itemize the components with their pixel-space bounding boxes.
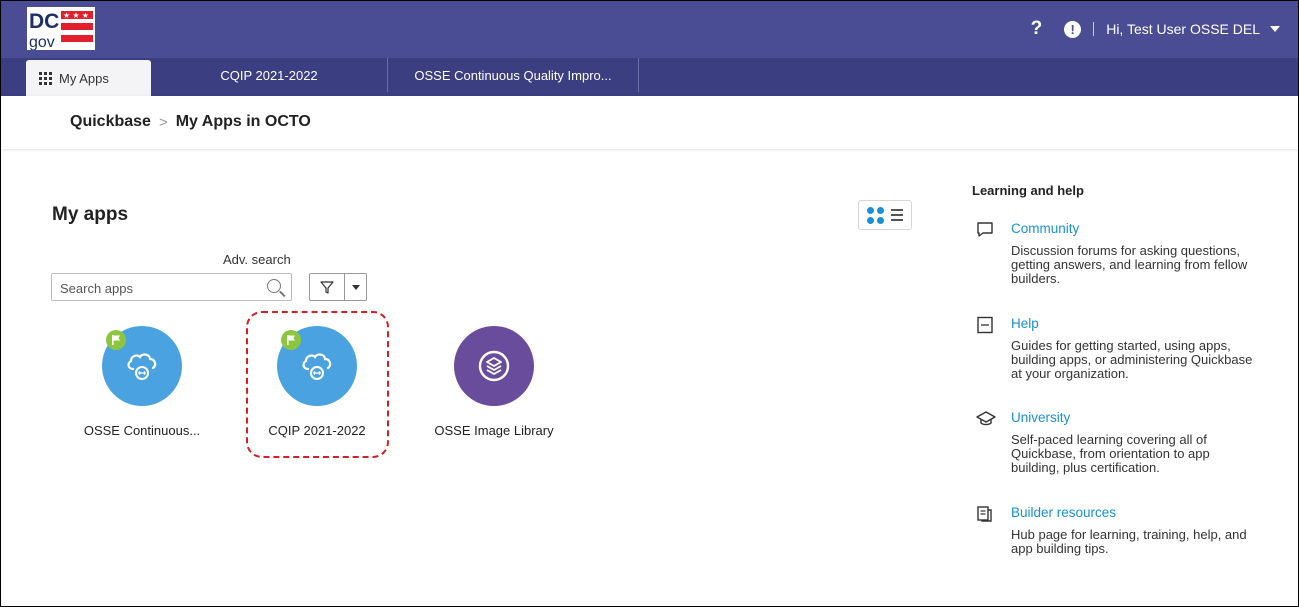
header-actions: ? ! Hi, Test User OSSE DEL (1031, 18, 1280, 40)
tab-label: OSSE Continuous Quality Impro... (414, 67, 612, 83)
chevron-down-icon (351, 284, 360, 290)
view-toggle[interactable] (858, 200, 912, 230)
svg-text:★ ★ ★: ★ ★ ★ (63, 11, 89, 20)
search-input[interactable] (58, 278, 257, 298)
builder-resources-link[interactable]: Builder resources (1011, 505, 1116, 520)
chat-bubble-icon (976, 221, 994, 239)
tab-label: My Apps (59, 70, 109, 86)
app-icon (454, 326, 534, 406)
divider (1093, 22, 1095, 36)
filter-icon[interactable] (310, 274, 345, 300)
tab-label: CQIP 2021-2022 (220, 67, 318, 83)
user-greeting: Hi, Test User OSSE DEL (1106, 21, 1260, 37)
help-icon[interactable]: ? (1031, 18, 1043, 40)
app-tile[interactable]: OSSE Continuous... (67, 326, 217, 438)
breadcrumb-root[interactable]: Quickbase (70, 113, 151, 131)
app-tile[interactable]: OSSE Image Library (419, 326, 569, 438)
help-link[interactable]: Help (1011, 316, 1039, 331)
cloud-app-icon (127, 353, 157, 380)
book-icon (976, 316, 994, 334)
user-menu[interactable]: Hi, Test User OSSE DEL (1106, 21, 1280, 37)
tile-view-icon[interactable] (867, 206, 884, 224)
tab-osse-continuous[interactable]: OSSE Continuous Quality Impro... (388, 58, 639, 92)
app-grid-icon (39, 71, 52, 85)
dc-gov-logo[interactable]: DC gov ★ ★ ★ (27, 7, 95, 51)
tab-bar: My Apps CQIP 2021-2022 OSSE Continuous Q… (1, 58, 1298, 96)
search-icon[interactable] (267, 279, 281, 293)
breadcrumb-current: My Apps in OCTO (175, 113, 311, 130)
community-link[interactable]: Community (1011, 221, 1079, 236)
chevron-down-icon (1270, 26, 1280, 32)
tab-my-apps[interactable]: My Apps (26, 60, 151, 96)
filter-button[interactable] (309, 273, 367, 301)
top-header: DC gov ★ ★ ★ ? ! Hi, Test User OSSE DEL (1, 1, 1298, 58)
svg-text:gov: gov (29, 34, 55, 50)
university-description: Self-paced learning covering all of Quic… (1011, 432, 1210, 475)
breadcrumb: Quickbase > My Apps in OCTO (70, 113, 311, 131)
filter-dropdown[interactable] (345, 274, 366, 300)
flag-icon (106, 330, 126, 350)
sidebar-title: Learning and help (972, 183, 1084, 198)
svg-text:DC: DC (29, 10, 59, 33)
page-title: My apps (52, 204, 129, 225)
breadcrumb-separator: > (158, 113, 168, 131)
learning-sidebar: Learning and help Community Discussion f… (972, 183, 1272, 556)
search-box[interactable] (51, 273, 292, 301)
cube-app-icon (478, 350, 510, 382)
community-description: Discussion forums for asking questions, … (1011, 243, 1248, 286)
app-icon (102, 326, 182, 406)
app-name: OSSE Continuous... (83, 423, 201, 438)
adv-search-link[interactable]: Adv. search (223, 252, 291, 267)
list-view-icon[interactable] (891, 209, 903, 221)
graduation-cap-icon (976, 410, 996, 428)
app-name: OSSE Image Library (434, 423, 554, 438)
highlight-box (246, 311, 389, 458)
breadcrumb-bar: Quickbase > My Apps in OCTO (1, 96, 1298, 149)
university-link[interactable]: University (1011, 410, 1070, 425)
builder-resources-description: Hub page for learning, training, help, a… (1011, 527, 1247, 556)
documents-icon (976, 505, 994, 523)
notification-icon[interactable]: ! (1064, 20, 1082, 38)
page-frame: DC gov ★ ★ ★ ? ! Hi, Test User OSSE DEL … (0, 0, 1299, 607)
help-description: Guides for getting started, using apps, … (1011, 338, 1253, 381)
tab-cqip[interactable]: CQIP 2021-2022 (151, 58, 388, 92)
